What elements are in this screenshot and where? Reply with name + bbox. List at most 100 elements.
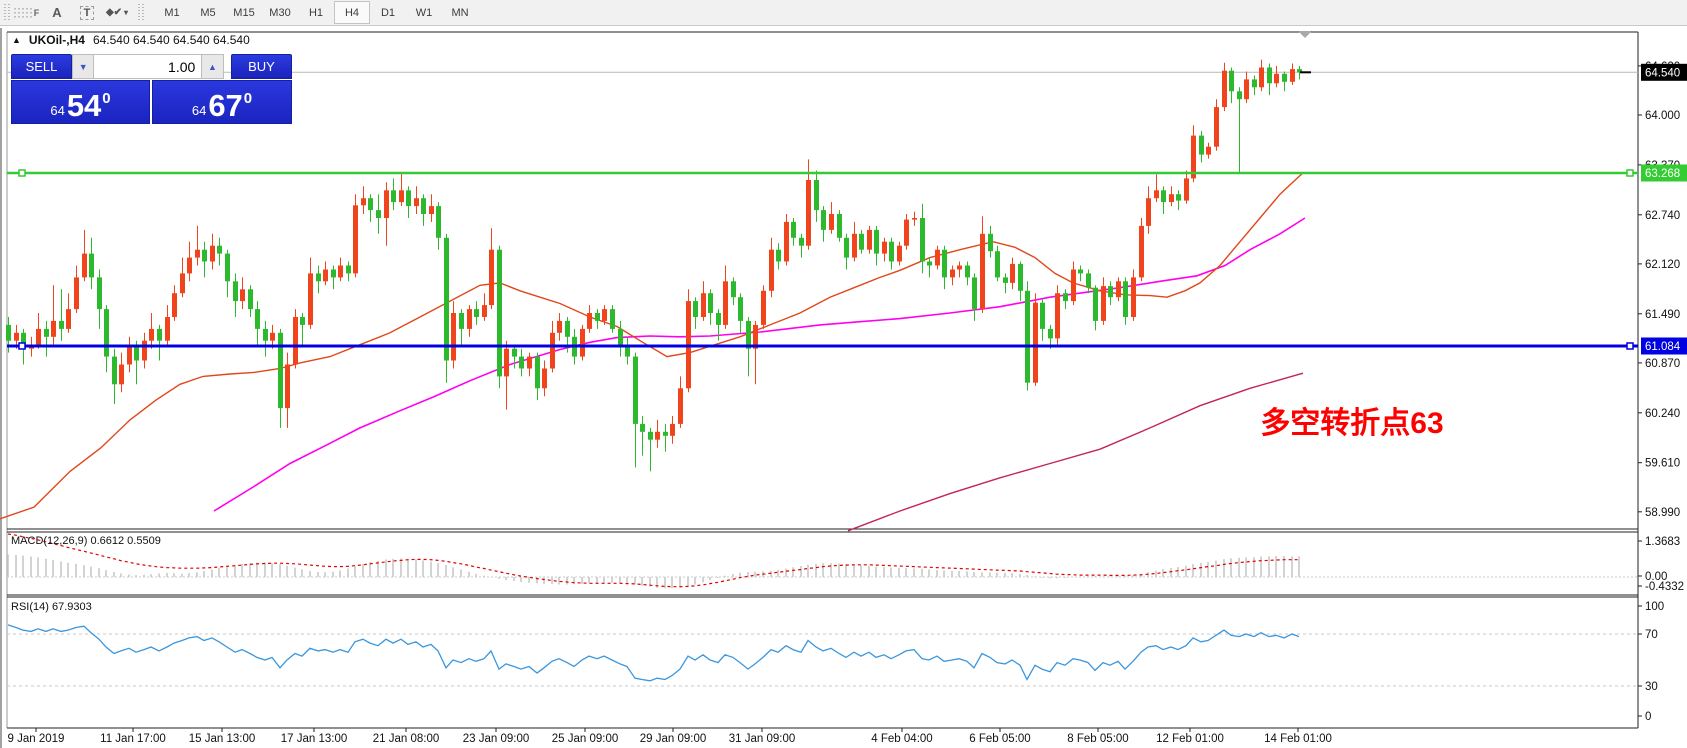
candle-body bbox=[791, 221, 796, 238]
candle-body bbox=[293, 317, 298, 365]
timeframe-h1[interactable]: H1 bbox=[298, 1, 334, 24]
sell-button[interactable]: SELL bbox=[11, 54, 73, 79]
pivot-line-blue-anchor[interactable] bbox=[1626, 342, 1634, 350]
volume-decrease-button[interactable]: ▼ bbox=[72, 54, 95, 79]
candle-body bbox=[527, 356, 532, 369]
candle-body bbox=[308, 273, 313, 325]
candle-body bbox=[731, 281, 736, 298]
candle-body bbox=[1010, 263, 1015, 283]
top-toolbar: ····· ····· ····· F A T ◆✔ ▾ M1 M5 M15 M30 H1 H4 D1 W1… bbox=[0, 0, 1687, 26]
candle-body bbox=[89, 253, 94, 278]
text-label-icon[interactable]: A bbox=[44, 2, 70, 23]
timeframe-m30[interactable]: M30 bbox=[262, 1, 298, 24]
toolbar-grip-2[interactable] bbox=[138, 3, 144, 22]
time-tick-label: 17 Jan 13:00 bbox=[281, 733, 348, 745]
candle-body bbox=[1071, 269, 1076, 302]
toolbar-grip[interactable] bbox=[4, 3, 10, 22]
candle-body bbox=[693, 301, 698, 317]
timeframe-h4[interactable]: H4 bbox=[334, 1, 370, 24]
price-tick-label: 59.610 bbox=[1645, 458, 1680, 470]
candle-body bbox=[248, 289, 253, 310]
candle-body bbox=[66, 309, 71, 329]
candle-body bbox=[1252, 79, 1257, 88]
candle-body bbox=[263, 328, 268, 341]
candle-body bbox=[467, 309, 472, 329]
sell-price-display[interactable]: 64 54 0 bbox=[11, 80, 150, 124]
candle-body bbox=[399, 190, 404, 203]
candle-body bbox=[920, 218, 925, 262]
buy-button[interactable]: BUY bbox=[230, 54, 292, 79]
candle-body bbox=[806, 180, 811, 246]
price-tick-label: 60.240 bbox=[1645, 408, 1680, 420]
candle-body bbox=[444, 237, 449, 361]
candle-body bbox=[1274, 73, 1279, 84]
support-line-green-anchor[interactable] bbox=[18, 169, 26, 177]
candle-body bbox=[708, 293, 713, 313]
timeframe-mn[interactable]: MN bbox=[442, 1, 478, 24]
sell-price-int: 64 bbox=[50, 103, 65, 118]
candle-body bbox=[1101, 286, 1106, 321]
candle-body bbox=[97, 277, 102, 310]
candle-body bbox=[602, 309, 607, 321]
candle-body bbox=[217, 245, 222, 254]
candle-body bbox=[761, 290, 766, 325]
candle-body bbox=[1244, 79, 1249, 100]
candle-body bbox=[82, 253, 87, 278]
candle-body bbox=[429, 206, 434, 214]
candle-body bbox=[255, 309, 260, 329]
candle-body bbox=[972, 277, 977, 310]
fibonacci-lines-icon[interactable]: ····· ····· ····· F bbox=[14, 2, 40, 23]
candle-body bbox=[376, 210, 381, 218]
candle-body bbox=[1282, 73, 1287, 82]
timeframe-m15[interactable]: M15 bbox=[226, 1, 262, 24]
candle-body bbox=[595, 313, 600, 321]
candle-body bbox=[240, 289, 245, 302]
scale-tick-label: 70 bbox=[1645, 629, 1658, 641]
candle-body bbox=[957, 265, 962, 270]
price-tick-label: 62.120 bbox=[1645, 259, 1680, 271]
buy-price-point: 0 bbox=[243, 90, 253, 107]
buy-price-display[interactable]: 64 67 0 bbox=[152, 80, 292, 124]
pivot-line-blue-anchor[interactable] bbox=[18, 342, 26, 350]
candle-body bbox=[640, 423, 645, 432]
volume-input[interactable] bbox=[94, 54, 202, 79]
sell-price-point: 0 bbox=[102, 90, 111, 107]
candle-body bbox=[1229, 70, 1234, 92]
candle-body bbox=[889, 241, 894, 262]
candle-body bbox=[59, 320, 64, 329]
candle-body bbox=[814, 180, 819, 211]
candle-body bbox=[867, 229, 872, 250]
support-line-green-anchor[interactable] bbox=[1626, 169, 1634, 177]
timeframe-w1[interactable]: W1 bbox=[406, 1, 442, 24]
annotation-text[interactable]: 多空转折点63 bbox=[1260, 407, 1443, 440]
collapse-quote-icon[interactable]: ▲ bbox=[12, 35, 21, 45]
time-tick-label: 29 Jan 09:00 bbox=[640, 733, 707, 745]
timeframe-m5[interactable]: M5 bbox=[190, 1, 226, 24]
timeframe-d1[interactable]: D1 bbox=[370, 1, 406, 24]
timeframe-m1[interactable]: M1 bbox=[154, 1, 190, 24]
candle-body bbox=[1176, 194, 1181, 201]
volume-increase-button[interactable]: ▲ bbox=[201, 54, 224, 79]
candle-body bbox=[1154, 190, 1159, 199]
candle-body bbox=[1290, 69, 1295, 82]
line-price-badge-label: 63.268 bbox=[1645, 168, 1680, 180]
candle-body bbox=[300, 317, 305, 325]
candle-body bbox=[165, 317, 170, 341]
candle-body bbox=[769, 249, 774, 291]
candle-body bbox=[935, 249, 940, 266]
candle-body bbox=[421, 198, 426, 214]
candle-body bbox=[1214, 107, 1219, 147]
time-tick-label: 9 Jan 2019 bbox=[8, 733, 65, 745]
candle-body bbox=[36, 328, 41, 345]
arrow-objects-icon[interactable]: ◆✔ ▾ bbox=[104, 2, 130, 23]
candle-body bbox=[482, 305, 487, 317]
candle-body bbox=[406, 190, 411, 207]
candle-body bbox=[1131, 277, 1136, 317]
price-tick-label: 61.490 bbox=[1645, 309, 1680, 321]
candle-body bbox=[1078, 269, 1083, 274]
candle-body bbox=[323, 269, 328, 282]
candle-body bbox=[436, 206, 441, 238]
candle-body bbox=[550, 332, 555, 369]
text-box-icon[interactable]: T bbox=[74, 2, 100, 23]
candle-body bbox=[512, 348, 517, 357]
